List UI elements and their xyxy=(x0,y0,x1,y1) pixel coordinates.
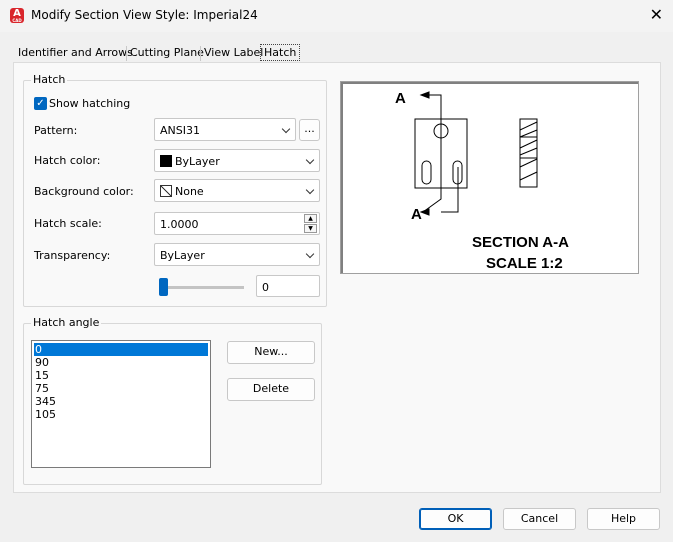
hatch-scale-input[interactable]: 1.0000 xyxy=(154,212,320,235)
section-caption: SECTION A-A xyxy=(472,234,569,251)
hatch-scale-label: Hatch scale: xyxy=(34,217,102,230)
tab-identifier-and-arrows[interactable]: Identifier and Arrows xyxy=(18,44,133,63)
tab-separator xyxy=(126,46,127,61)
chevron-down-icon xyxy=(305,185,315,195)
color-swatch-icon xyxy=(160,155,172,167)
show-hatching-checkbox[interactable]: ✓ xyxy=(34,97,47,110)
list-item[interactable]: 105 xyxy=(34,408,56,421)
help-button[interactable]: Help xyxy=(587,508,660,530)
title-bar: A CAD Modify Section View Style: Imperia… xyxy=(0,0,673,32)
transparency-label: Transparency: xyxy=(34,249,111,262)
transparency-slider-thumb[interactable] xyxy=(159,278,168,296)
show-hatching-label[interactable]: Show hatching xyxy=(49,97,130,110)
chevron-down-icon xyxy=(281,124,291,134)
background-color-value: None xyxy=(175,185,204,198)
pattern-value: ANSI31 xyxy=(160,124,200,137)
delete-angle-button-label: Delete xyxy=(252,382,290,395)
close-icon[interactable]: ✕ xyxy=(650,6,663,24)
spin-up-icon[interactable]: ▲ xyxy=(304,214,317,223)
hatch-group-legend: Hatch xyxy=(31,73,68,86)
transparency-value-input[interactable]: 0 xyxy=(256,275,320,297)
pattern-browse-button[interactable]: ... xyxy=(299,119,320,141)
scale-caption: SCALE 1:2 xyxy=(486,255,563,272)
help-button-label: Help xyxy=(610,512,637,525)
hatch-color-dropdown[interactable]: ByLayer xyxy=(154,149,320,172)
list-item[interactable]: 15 xyxy=(34,369,49,382)
transparency-dropdown[interactable]: ByLayer xyxy=(154,243,320,266)
cutting-label-top: A xyxy=(395,90,406,107)
background-color-label: Background color: xyxy=(34,185,134,198)
background-color-dropdown[interactable]: None xyxy=(154,179,320,202)
preview-drawing: A A SECTION A-A SCALE 1:2 xyxy=(395,90,569,272)
window-title: Modify Section View Style: Imperial24 xyxy=(31,8,258,22)
no-color-swatch-icon xyxy=(160,185,172,197)
hatch-color-label: Hatch color: xyxy=(34,154,101,167)
section-view-preview: A A SECTION A-A SCALE 1:2 xyxy=(340,81,639,274)
ok-button[interactable]: OK xyxy=(419,508,492,530)
app-icon-sub: CAD xyxy=(12,18,22,23)
list-item[interactable]: 0 xyxy=(34,343,208,356)
list-item[interactable]: 90 xyxy=(34,356,49,369)
spin-down-icon[interactable]: ▼ xyxy=(304,224,317,233)
ok-button-label: OK xyxy=(447,512,464,525)
transparency-slider-value: 0 xyxy=(262,281,269,294)
tab-view-label[interactable]: View Label xyxy=(204,44,263,63)
cancel-button-label: Cancel xyxy=(520,512,559,525)
list-item[interactable]: 75 xyxy=(34,382,49,395)
hatch-angle-list[interactable]: 0 90 15 75 345 105 xyxy=(31,340,211,468)
hatch-color-value: ByLayer xyxy=(175,155,220,168)
pattern-label: Pattern: xyxy=(34,124,78,137)
hatch-angle-group-legend: Hatch angle xyxy=(31,316,102,329)
transparency-slider-track[interactable] xyxy=(159,286,244,289)
new-angle-button[interactable]: New... xyxy=(227,341,315,364)
chevron-down-icon xyxy=(305,155,315,165)
chevron-down-icon xyxy=(305,249,315,259)
tab-hatch[interactable]: Hatch xyxy=(260,44,301,61)
tab-separator xyxy=(200,46,201,61)
pattern-dropdown[interactable]: ANSI31 xyxy=(154,118,296,141)
cutting-label-bottom: A xyxy=(411,206,422,223)
cancel-button[interactable]: Cancel xyxy=(503,508,576,530)
autocad-app-icon: A CAD xyxy=(10,8,24,23)
delete-angle-button[interactable]: Delete xyxy=(227,378,315,401)
transparency-value: ByLayer xyxy=(160,249,205,262)
hatch-scale-value: 1.0000 xyxy=(160,218,199,231)
list-item[interactable]: 345 xyxy=(34,395,56,408)
new-angle-button-label: New... xyxy=(254,345,288,358)
tab-cutting-plane[interactable]: Cutting Plane xyxy=(130,44,204,63)
